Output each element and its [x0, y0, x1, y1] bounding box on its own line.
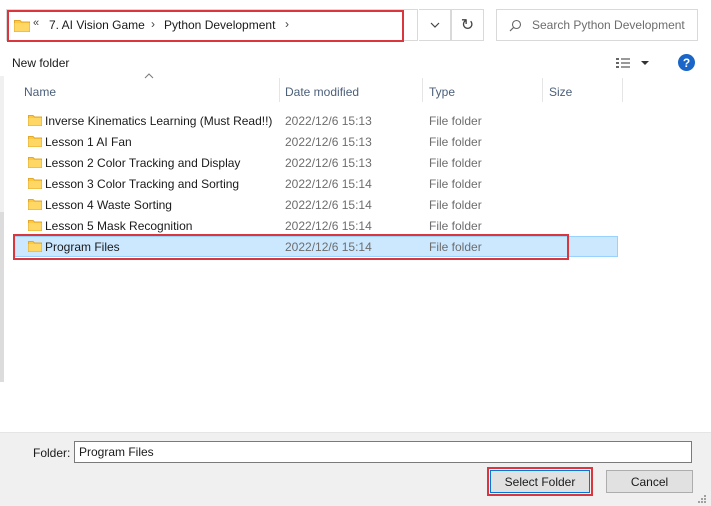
file-type: File folder	[429, 156, 482, 170]
chevron-down-icon	[430, 22, 439, 28]
search-icon	[509, 19, 522, 31]
folder-icon	[28, 219, 42, 234]
folder-icon	[28, 114, 42, 129]
column-divider[interactable]	[542, 78, 543, 102]
file-name: Lesson 3 Color Tracking and Sorting	[45, 177, 240, 191]
file-date: 2022/12/6 15:13	[285, 135, 372, 149]
column-divider[interactable]	[279, 78, 280, 102]
column-divider[interactable]	[422, 78, 423, 102]
cancel-button[interactable]: Cancel	[606, 470, 693, 493]
file-date: 2022/12/6 15:14	[285, 177, 372, 191]
help-button[interactable]: ?	[678, 54, 695, 71]
view-options-button[interactable]	[614, 55, 654, 71]
address-dropdown-button[interactable]	[419, 9, 451, 41]
file-type: File folder	[429, 114, 482, 128]
refresh-button[interactable]: ↻	[451, 9, 484, 41]
search-placeholder: Search Python Development	[532, 18, 685, 32]
column-header-name[interactable]: Name	[24, 85, 56, 99]
folder-label: Folder:	[33, 446, 71, 460]
sort-ascending-icon	[144, 73, 154, 79]
view-options-icon	[616, 58, 649, 68]
file-name: Lesson 5 Mask Recognition	[45, 219, 193, 233]
file-type: File folder	[429, 198, 482, 212]
file-date: 2022/12/6 15:13	[285, 156, 372, 170]
column-header-date-modified[interactable]: Date modified	[285, 85, 359, 99]
file-type: File folder	[429, 219, 482, 233]
file-type: File folder	[429, 177, 482, 191]
resize-grip-icon[interactable]	[697, 494, 707, 504]
folder-icon	[28, 177, 42, 192]
new-folder-button[interactable]: New folder	[12, 56, 69, 70]
column-divider[interactable]	[622, 78, 623, 102]
search-box[interactable]: Search Python Development	[496, 9, 698, 41]
file-name: Lesson 2 Color Tracking and Display	[45, 156, 241, 170]
select-folder-highlight-box	[487, 467, 593, 496]
help-icon: ?	[682, 55, 691, 70]
file-date: 2022/12/6 15:14	[285, 219, 372, 233]
folder-name-input[interactable]	[74, 441, 692, 463]
refresh-icon: ↻	[460, 17, 475, 34]
nav-pane-scroll-thumb[interactable]	[0, 212, 4, 382]
file-type: File folder	[429, 135, 482, 149]
row-highlight-box	[13, 234, 569, 260]
file-name: Lesson 1 AI Fan	[45, 135, 132, 149]
column-header-size[interactable]: Size	[549, 85, 572, 99]
column-header-type[interactable]: Type	[429, 85, 455, 99]
folder-icon	[28, 156, 42, 171]
folder-icon	[28, 135, 42, 150]
file-date: 2022/12/6 15:14	[285, 198, 372, 212]
file-name: Inverse Kinematics Learning (Must Read!!…	[45, 114, 273, 128]
file-date: 2022/12/6 15:13	[285, 114, 372, 128]
address-highlight-box	[7, 10, 404, 42]
file-name: Lesson 4 Waste Sorting	[45, 198, 172, 212]
folder-icon	[28, 198, 42, 213]
